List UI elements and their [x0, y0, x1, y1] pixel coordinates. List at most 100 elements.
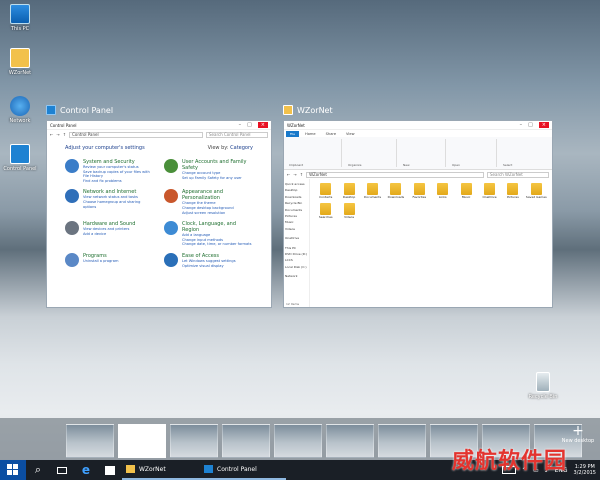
cp-category[interactable]: Programs Uninstall a program: [65, 252, 154, 268]
nav-item[interactable]: Videos: [285, 226, 308, 232]
close-button[interactable]: ×: [257, 122, 268, 128]
category-title[interactable]: User Accounts and Family Safety: [182, 159, 253, 171]
forward-icon[interactable]: →: [56, 132, 59, 137]
nav-item[interactable]: Local Disk (C:): [285, 264, 308, 270]
category-link[interactable]: Uninstall a program: [83, 259, 119, 264]
control-panel-caption[interactable]: Control Panel: [46, 105, 113, 115]
nav-item[interactable]: Network: [285, 273, 308, 279]
desktop-icon-this-pc[interactable]: This PC: [2, 4, 38, 32]
search-input[interactable]: Search WZorNet: [487, 171, 549, 178]
browser-icon: e: [81, 463, 91, 477]
category-link[interactable]: Set up Family Safety for any user: [182, 176, 253, 181]
ribbon-tabs: File Home Share View: [284, 130, 552, 137]
file-item[interactable]: Saved Games: [525, 183, 548, 199]
desktop-thumbnail[interactable]: [118, 424, 166, 458]
tab-file[interactable]: File: [286, 130, 300, 137]
desktop-thumbnail[interactable]: [66, 424, 114, 458]
file-item[interactable]: Desktop: [337, 183, 360, 199]
desktop-icon-wzornet[interactable]: WZorNet: [2, 48, 38, 76]
cp-category[interactable]: System and Security Review your computer'…: [65, 159, 154, 183]
ribbon-group[interactable]: Select: [500, 139, 548, 167]
ribbon-group[interactable]: New: [400, 139, 446, 167]
file-item[interactable]: Contacts: [314, 183, 337, 199]
up-icon[interactable]: ↑: [63, 132, 66, 137]
forward-icon[interactable]: →: [293, 172, 296, 177]
nav-item[interactable]: OneDrive: [285, 235, 308, 241]
minimize-button[interactable]: –: [520, 122, 523, 128]
file-item[interactable]: Videos: [337, 203, 360, 219]
category-link[interactable]: Let Windows suggest settings: [182, 259, 236, 264]
close-button[interactable]: ×: [538, 122, 549, 128]
ribbon-group[interactable]: Clipboard: [286, 139, 342, 167]
store-button[interactable]: [98, 460, 122, 480]
cp-category[interactable]: Network and Internet View network status …: [65, 189, 154, 215]
search-input[interactable]: Search Control Panel: [206, 131, 268, 138]
edge-button[interactable]: e: [74, 460, 98, 480]
category-link[interactable]: Change date, time, or number formats: [182, 242, 253, 247]
recycle-bin-icon: [536, 372, 550, 392]
tab-share[interactable]: Share: [322, 131, 340, 137]
desktop-thumbnail[interactable]: [222, 424, 270, 458]
window-titlebar[interactable]: Control Panel – □ ×: [47, 121, 271, 130]
category-link[interactable]: Choose homegroup and sharing options: [83, 200, 154, 209]
taskbar-app-wzornet[interactable]: WZorNet: [122, 460, 200, 480]
file-item[interactable]: Searches: [314, 203, 337, 219]
back-icon[interactable]: ←: [287, 172, 290, 177]
control-panel-window[interactable]: Control Panel – □ × ← → ↑ Control Panel Se…: [46, 120, 272, 308]
file-item[interactable]: Documents: [361, 183, 384, 199]
file-label: Searches: [318, 215, 333, 219]
search-icon: ⌕: [34, 463, 42, 476]
desktop-icon-network[interactable]: Network: [2, 96, 38, 124]
nav-item[interactable]: DVD Drive (D:) LCCS: [285, 251, 308, 264]
desktop-icon-control-panel[interactable]: Control Panel: [2, 144, 38, 172]
file-item[interactable]: Links: [431, 183, 454, 199]
cp-category[interactable]: Ease of Access Let Windows suggest settin…: [164, 252, 253, 269]
taskbar-app-control-panel[interactable]: Control Panel: [200, 460, 286, 480]
up-icon[interactable]: ↑: [300, 172, 303, 177]
tab-view[interactable]: View: [342, 131, 359, 137]
file-item[interactable]: Pictures: [501, 183, 524, 199]
new-desktop-button[interactable]: + New desktop: [560, 424, 596, 444]
ribbon-group[interactable]: Open: [449, 139, 497, 167]
search-button[interactable]: ⌕: [26, 460, 50, 480]
category-link[interactable]: Find and fix problems: [83, 179, 154, 184]
file-item[interactable]: OneDrive: [478, 183, 501, 199]
file-item[interactable]: Favorites: [408, 183, 431, 199]
window-titlebar[interactable]: WZorNet – □ ×: [284, 121, 552, 130]
explorer-window[interactable]: WZorNet – □ × File Home Share View Clipboa…: [283, 120, 553, 308]
category-title[interactable]: Appearance and Personalization: [182, 189, 253, 201]
cp-category[interactable]: Hardware and Sound View devices and print…: [65, 221, 154, 247]
maximize-button[interactable]: □: [247, 122, 252, 128]
desktop-thumbnail[interactable]: [378, 424, 426, 458]
cp-category[interactable]: User Accounts and Family Safety Change ac…: [164, 159, 253, 183]
category-link[interactable]: Save backup copies of your files with Fi…: [83, 170, 154, 179]
category-link[interactable]: Optimize visual display: [182, 264, 236, 269]
ribbon-group[interactable]: Organize: [345, 139, 397, 167]
clock[interactable]: 1:29 PM 3/2/2015: [574, 464, 596, 476]
file-label: Contacts: [319, 195, 333, 199]
file-item[interactable]: Downloads: [384, 183, 407, 199]
tab-home[interactable]: Home: [301, 131, 320, 137]
category-icon: [164, 189, 178, 204]
back-icon[interactable]: ←: [50, 132, 53, 137]
desktop-thumbnail[interactable]: [274, 424, 322, 458]
minimize-button[interactable]: –: [239, 122, 242, 128]
category-link[interactable]: Adjust screen resolution: [182, 211, 253, 216]
category-link[interactable]: Add a device: [83, 232, 135, 237]
task-view-button[interactable]: [50, 460, 74, 480]
start-button[interactable]: [0, 460, 26, 480]
cp-category[interactable]: Clock, Language, and Region Add a languag…: [164, 221, 253, 247]
desktop-thumbnail[interactable]: [326, 424, 374, 458]
address-bar[interactable]: Control Panel: [69, 131, 203, 138]
address-bar[interactable]: WZorNet: [306, 171, 484, 178]
file-item[interactable]: Music: [454, 183, 477, 199]
explorer-caption[interactable]: WZorNet: [283, 105, 333, 115]
view-by[interactable]: View by: Category: [208, 145, 253, 151]
cp-category[interactable]: Appearance and Personalization Change the…: [164, 189, 253, 215]
desktop-icon-label: This PC: [10, 26, 30, 32]
file-label: OneDrive: [482, 195, 497, 199]
category-title[interactable]: Clock, Language, and Region: [182, 221, 253, 233]
recycle-bin-icon-wrap[interactable]: Recycle Bin: [525, 372, 561, 400]
desktop-thumbnail[interactable]: [170, 424, 218, 458]
maximize-button[interactable]: □: [528, 122, 533, 128]
